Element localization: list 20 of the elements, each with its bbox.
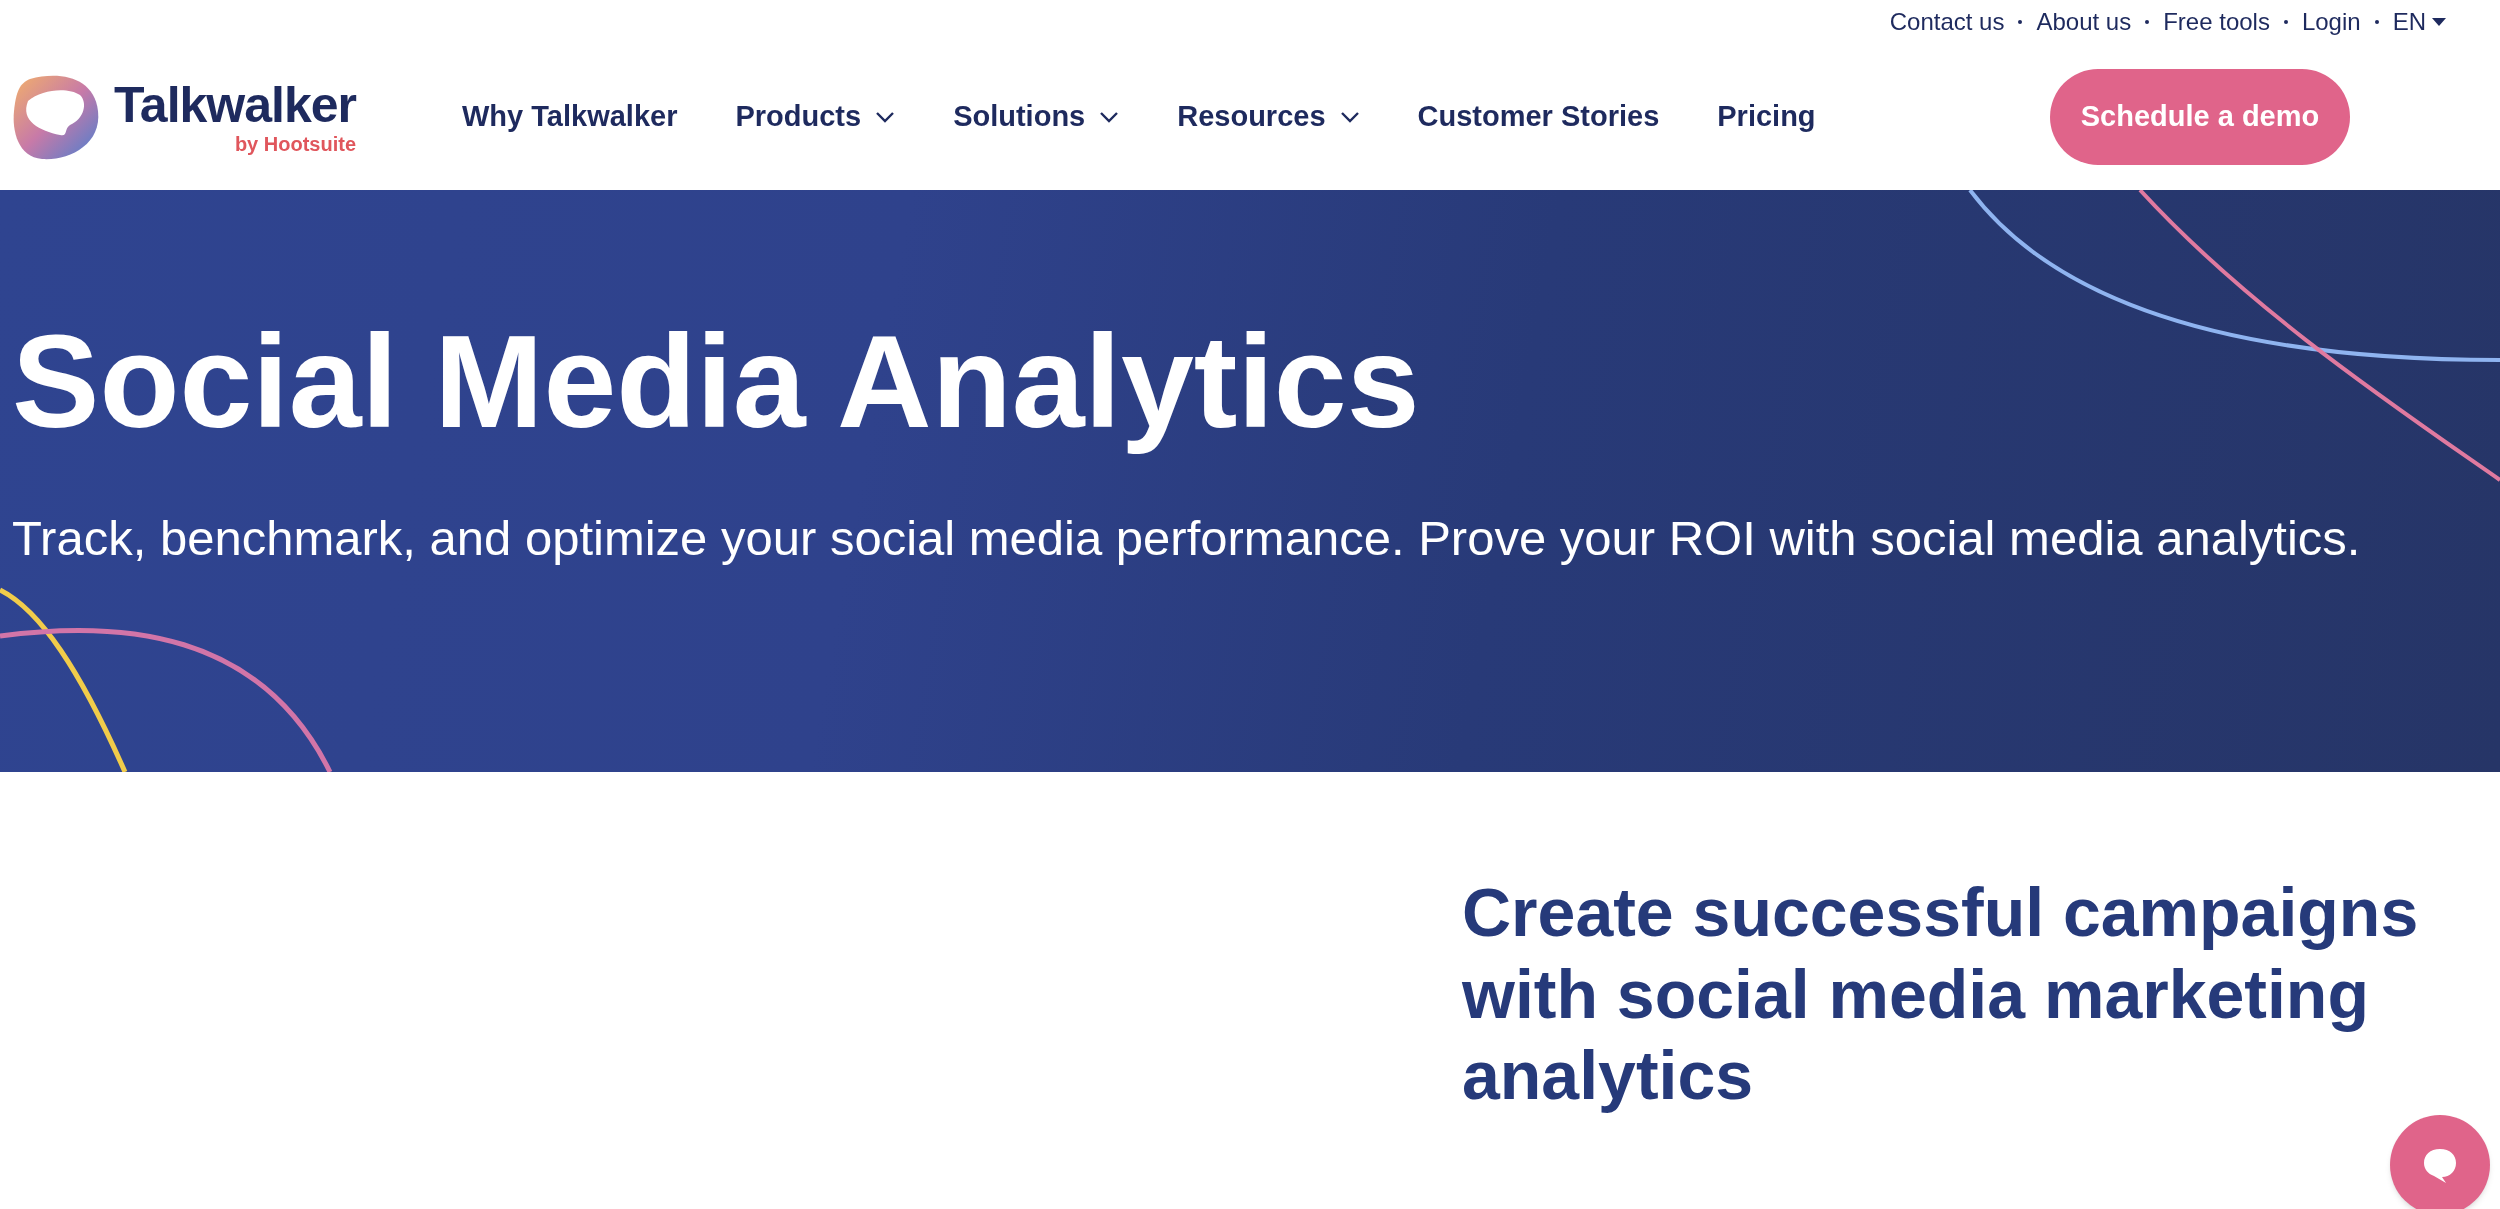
caret-icon [2432, 18, 2446, 26]
logo-wordmark: Talkwalker [114, 80, 356, 130]
nav-item[interactable]: Why Talkwalker [462, 95, 678, 139]
chevron-down-icon [875, 111, 896, 123]
nav-item[interactable]: Customer Stories [1417, 95, 1660, 139]
chevron-down-icon [1339, 111, 1360, 123]
nav-item[interactable]: Resources [1177, 95, 1360, 139]
chevron-down-icon [1099, 111, 1120, 123]
top-link[interactable]: Login [2301, 4, 2361, 40]
nav-item[interactable]: Products [735, 95, 896, 139]
hero-subtitle: Track, benchmark, and optimize your social media performance. Prove your ROI with social media analytics. [12, 510, 2362, 568]
nav-item[interactable]: Solutions [953, 95, 1120, 139]
hero-title: Social Media Analytics [12, 310, 1421, 455]
top-link[interactable]: Free tools [2163, 4, 2270, 40]
top-link[interactable]: Contact us [1889, 4, 2005, 40]
nav-item[interactable]: Pricing [1717, 95, 1816, 139]
top-link[interactable]: EN [2392, 4, 2446, 40]
top-link[interactable]: About us [2036, 4, 2132, 40]
logo-tagline: by Hootsuite [234, 134, 356, 154]
section-heading: Create successful campaigns with social media marketing analytics [1462, 873, 2420, 1116]
